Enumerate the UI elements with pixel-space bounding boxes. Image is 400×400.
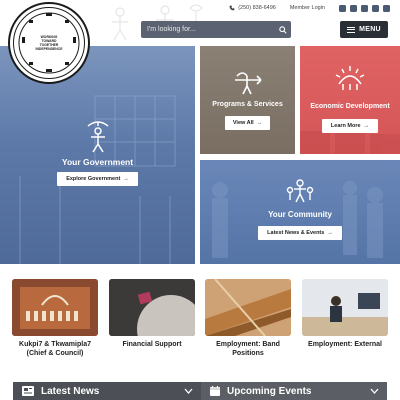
phone-link[interactable]: (250) 838-6496 [229,5,276,11]
search-input[interactable]: I'm looking for... [141,26,275,33]
social-links [339,4,390,12]
search-icon [279,25,287,34]
tile-programs-title: Programs & Services [212,101,283,108]
card-employment-band-image [205,279,291,336]
tile-programs-services[interactable]: Programs & Services View All → [200,46,295,154]
card-financial-support-image [109,279,195,336]
instagram-icon[interactable] [350,4,357,12]
utility-bar: (250) 838-6496 Member Login [229,2,390,14]
arrow-right-icon: → [327,230,333,236]
search-button[interactable] [275,21,291,38]
latest-news-events-label: Latest News & Events [267,230,325,236]
logo-seal: WORKING TOWARD TOGETHER INDEPENDENCE [13,7,85,79]
logo-ring-art [18,12,80,74]
card-chief-council-image [12,279,98,336]
upcoming-events-bar[interactable]: Upcoming Events [201,382,387,400]
caption-line: Financial Support [122,341,182,348]
wood-beams-art [205,279,291,336]
card-employment-band-caption: Employment: Band Positions [205,340,291,358]
sun-pictograph-icon [335,66,365,90]
latest-news-events-button[interactable]: Latest News & Events → [258,226,342,240]
caption-line: Employment: Band [216,341,280,348]
latest-news-label: Latest News [41,385,100,397]
card-financial-support[interactable]: Financial Support [109,279,195,349]
explore-government-label: Explore Government [66,176,121,182]
explore-government-button[interactable]: Explore Government → [57,172,138,186]
tile-economic-development[interactable]: Economic Development Learn More → [300,46,400,154]
view-all-button[interactable]: View All → [225,116,270,130]
table-photo-art [109,279,195,336]
learn-more-label: Learn More [330,123,361,129]
card-chief-council[interactable]: Kukpi7 & Tkwamipla7 (Chief & Council) [12,279,98,358]
linkedin-icon[interactable] [383,4,390,12]
phone-icon [229,5,235,11]
newspaper-icon [22,386,34,396]
caption-line: Employment: External [308,341,382,348]
menu-button[interactable]: MENU [340,21,388,38]
youtube-icon[interactable] [372,4,379,12]
tile-economic-title: Economic Development [310,103,390,110]
caption-line: (Chief & Council) [26,350,84,357]
people-pictograph-icon [286,179,314,203]
upcoming-events-label: Upcoming Events [227,385,312,397]
card-employment-band[interactable]: Employment: Band Positions [205,279,291,358]
card-employment-external-image [302,279,388,336]
card-employment-external-caption: Employment: External [302,340,388,349]
caption-line: Positions [232,350,264,357]
card-financial-support-caption: Financial Support [109,340,195,349]
caption-line: Kukpi7 & Tkwamipla7 [19,341,91,348]
arrow-right-icon: → [363,123,370,129]
arrow-right-icon: → [256,120,263,126]
site-logo[interactable]: WORKING TOWARD TOGETHER INDEPENDENCE [8,2,90,84]
buildings-photo-overlay [300,126,400,154]
menu-label: MENU [359,26,381,33]
chevron-down-icon [370,388,379,394]
phone-number: (250) 838-6496 [238,5,276,11]
tile-government-title: Your Government [61,157,134,167]
arrow-right-icon: → [123,176,129,182]
calendar-icon [210,386,220,396]
member-login-link[interactable]: Member Login [290,5,325,11]
government-pictograph-icon [87,121,108,153]
office-photo-art [302,279,388,336]
card-employment-external[interactable]: Employment: External [302,279,388,349]
tile-economic-background [300,46,400,154]
chevron-down-icon [184,388,193,394]
view-all-label: View All [232,120,254,126]
tile-programs-background [200,46,295,154]
tile-community[interactable]: Your Community Latest News & Events → [200,160,400,264]
facebook-icon[interactable] [339,4,346,12]
tile-community-title: Your Community [268,210,332,219]
search-bar[interactable]: I'm looking for... [141,21,291,38]
hamburger-icon [347,26,356,33]
latest-news-bar[interactable]: Latest News [13,382,201,400]
card-chief-council-caption: Kukpi7 & Tkwamipla7 (Chief & Council) [12,340,98,358]
twitter-icon[interactable] [361,4,368,12]
bird-pictograph-icon [234,72,262,95]
carved-panel-art [12,279,98,336]
learn-more-button[interactable]: Learn More → [322,119,378,133]
